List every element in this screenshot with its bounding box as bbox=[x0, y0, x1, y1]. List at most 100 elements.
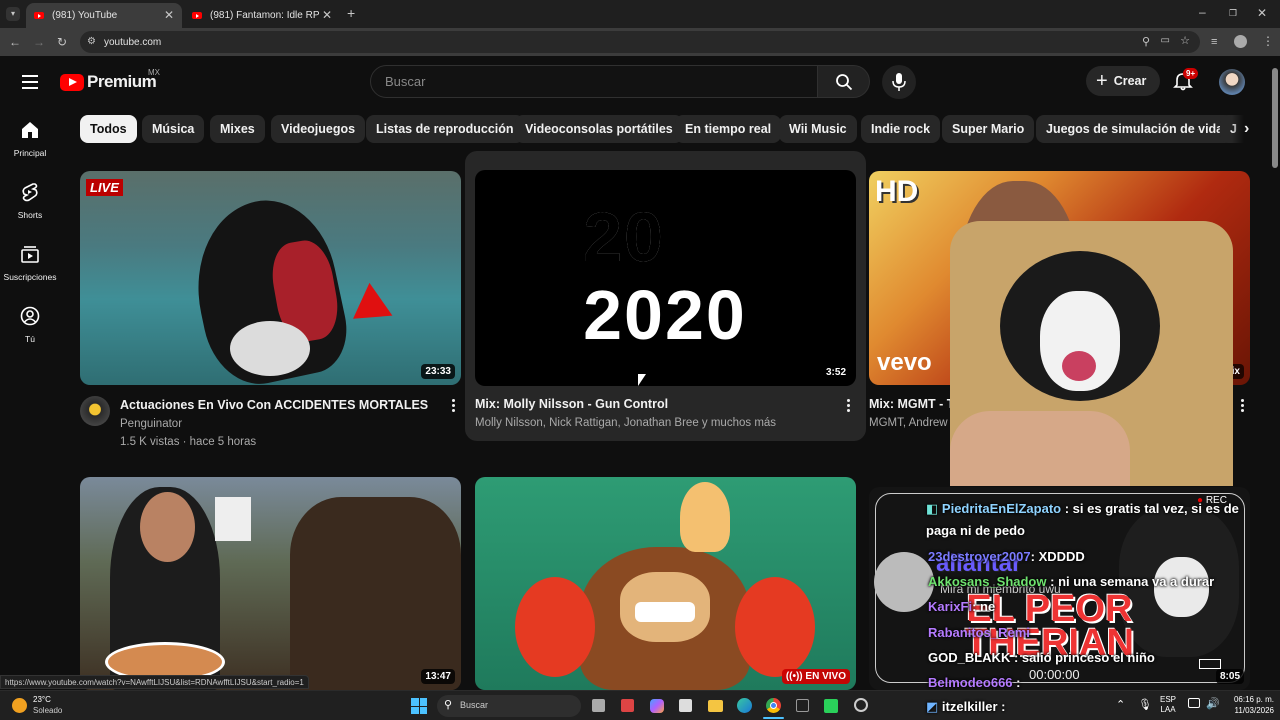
account-avatar[interactable] bbox=[1219, 69, 1245, 95]
volume-icon[interactable]: 🔊 bbox=[1206, 697, 1220, 710]
close-tab-icon[interactable]: ✕ bbox=[164, 8, 174, 22]
page-scrollbar[interactable] bbox=[1270, 56, 1280, 690]
chip-wii-music[interactable]: Wii Music bbox=[779, 115, 857, 143]
taskbar-search[interactable]: ⚲ Buscar bbox=[437, 695, 581, 717]
video-menu-icon[interactable] bbox=[847, 399, 851, 414]
chip-tiempo-real[interactable]: En tiempo real bbox=[675, 115, 782, 143]
language-indicator[interactable]: ESP LAA bbox=[1160, 695, 1176, 715]
status-url: https://www.youtube.com/watch?v=NAwfftLI… bbox=[0, 675, 309, 689]
chat-message: Akkosans_Shadow : ni una semana va a dur… bbox=[928, 574, 1214, 589]
hamburger-menu-icon[interactable] bbox=[22, 75, 38, 89]
red-arrow-icon bbox=[341, 282, 393, 336]
search-input[interactable]: Buscar bbox=[370, 65, 818, 98]
profile-icon[interactable] bbox=[1234, 35, 1247, 48]
chip-listas[interactable]: Listas de reproducción bbox=[366, 115, 524, 143]
channel-avatar[interactable] bbox=[80, 396, 110, 426]
close-window-icon[interactable]: ✕ bbox=[1257, 7, 1267, 19]
chip-indie-rock[interactable]: Indie rock bbox=[861, 115, 941, 143]
home-icon bbox=[22, 122, 38, 138]
windows-start-icon[interactable] bbox=[411, 698, 427, 714]
video-thumbnail[interactable]: ((•)) EN VIVO bbox=[475, 477, 856, 690]
plus-icon: + bbox=[1096, 70, 1108, 92]
language-code: ESP bbox=[1160, 695, 1177, 704]
chat-message: 23destroyer2007: XDDDD bbox=[928, 549, 1085, 564]
sidebar-item-shorts[interactable]: Shorts bbox=[0, 182, 60, 220]
live-broadcast-icon: ((•)) bbox=[785, 671, 806, 682]
clock[interactable]: 06:16 p. m. 11/03/2026 bbox=[1222, 694, 1274, 716]
channel-name[interactable]: MGMT, Andrew V bbox=[869, 417, 959, 429]
video-thumbnail[interactable]: LIVE 23:33 bbox=[80, 171, 461, 385]
mouse-cursor-icon bbox=[638, 374, 646, 386]
address-bar[interactable]: ⚙ youtube.com ⚲ ▭ ☆ bbox=[80, 31, 1200, 53]
forward-icon[interactable]: → bbox=[33, 36, 45, 48]
chat-user: PiedritaEnElZapato bbox=[941, 501, 1062, 516]
weather-widget[interactable]: 23°C Soleado bbox=[12, 695, 92, 717]
install-icon[interactable]: ▭ bbox=[1161, 35, 1170, 46]
tab-youtube[interactable]: (981) YouTube ✕ bbox=[26, 3, 182, 28]
notifications-button[interactable]: 9+ bbox=[1173, 68, 1199, 93]
video-thumbnail[interactable]: 2020 2020 3:52 bbox=[475, 170, 856, 386]
copilot-icon[interactable] bbox=[650, 699, 664, 713]
sidebar-item-home[interactable]: Principal bbox=[0, 120, 60, 158]
microphone-icon bbox=[892, 73, 906, 91]
live-text: EN VIVO bbox=[805, 671, 846, 682]
media-controls-icon[interactable]: ≡ bbox=[1211, 36, 1217, 48]
chips-next-button[interactable]: › bbox=[1232, 115, 1262, 143]
chat-message: KarixFi: ne bbox=[928, 599, 995, 614]
browser-menu-icon[interactable]: ⋮ bbox=[1262, 35, 1274, 47]
chip-super-mario[interactable]: Super Mario bbox=[942, 115, 1035, 143]
chip-videoconsolas[interactable]: Videoconsolas portátiles bbox=[515, 115, 683, 143]
search-button[interactable] bbox=[818, 65, 870, 98]
file-explorer-icon[interactable] bbox=[708, 700, 723, 712]
task-view-icon[interactable] bbox=[592, 699, 605, 712]
youtube-logo[interactable]: Premium MX bbox=[60, 68, 160, 92]
weather-temp: 23°C bbox=[33, 695, 51, 704]
edge-icon[interactable] bbox=[737, 698, 752, 713]
tab-search-icon[interactable]: ▾ bbox=[6, 7, 20, 21]
site-info-icon[interactable]: ⚙ bbox=[87, 36, 96, 47]
minimize-icon[interactable]: – bbox=[1199, 6, 1206, 18]
new-tab-icon[interactable]: + bbox=[347, 6, 355, 20]
sidebar-item-subscriptions[interactable]: Suscripciones bbox=[0, 244, 60, 282]
app-icon-3[interactable] bbox=[824, 699, 838, 713]
voice-search-button[interactable] bbox=[882, 65, 916, 99]
close-tab-icon[interactable]: ✕ bbox=[322, 8, 332, 22]
video-title[interactable]: Mix: Molly Nilsson - Gun Control bbox=[475, 397, 835, 411]
taskbar-search-label: Buscar bbox=[460, 700, 489, 710]
restore-icon[interactable]: ❐ bbox=[1229, 7, 1237, 19]
network-icon[interactable] bbox=[1188, 698, 1200, 708]
back-icon[interactable]: ← bbox=[9, 36, 21, 48]
thumb-text-line: 2020 bbox=[561, 198, 769, 276]
channel-name[interactable]: Molly Nilsson, Nick Rattigan, Jonathan B… bbox=[475, 417, 825, 429]
notifications-badge: 9+ bbox=[1183, 68, 1199, 79]
search-placeholder: Buscar bbox=[385, 74, 426, 89]
scrollbar-thumb[interactable] bbox=[1272, 68, 1278, 168]
video-thumbnail[interactable]: 13:47 bbox=[80, 477, 461, 690]
channel-name[interactable]: Penguinator bbox=[120, 418, 182, 430]
chat-text: : ni una semana va a durar bbox=[1050, 574, 1215, 589]
chip-mixes[interactable]: Mixes bbox=[210, 115, 265, 143]
reload-icon[interactable]: ↻ bbox=[57, 36, 67, 48]
bookmark-star-icon[interactable]: ☆ bbox=[1180, 34, 1190, 47]
store-icon[interactable] bbox=[679, 699, 692, 712]
tray-mic-icon[interactable]: 🎙 bbox=[1138, 698, 1152, 711]
create-button[interactable]: + Crear bbox=[1086, 66, 1160, 96]
app-icon-2[interactable] bbox=[796, 699, 809, 712]
tray-chevron-icon[interactable]: ⌃ bbox=[1116, 698, 1125, 711]
subscriptions-icon bbox=[21, 246, 39, 263]
chrome-icon[interactable] bbox=[766, 698, 781, 713]
chip-simulacion[interactable]: Juegos de simulación de vida bbox=[1036, 115, 1234, 143]
chip-musica[interactable]: Música bbox=[142, 115, 205, 143]
chat-text: : XDDDD bbox=[1030, 549, 1085, 564]
tab-fantamon[interactable]: (981) Fantamon: Idle RPG Game ✕ bbox=[184, 3, 340, 28]
chip-todos[interactable]: Todos bbox=[80, 115, 137, 143]
video-title[interactable]: Actuaciones En Vivo Con ACCIDENTES MORTA… bbox=[120, 398, 435, 412]
video-menu-icon[interactable] bbox=[1241, 399, 1245, 414]
sidebar-label: Tú bbox=[25, 334, 35, 344]
chip-videojuegos[interactable]: Videojuegos bbox=[271, 115, 366, 143]
zoom-icon[interactable]: ⚲ bbox=[1142, 35, 1150, 48]
sidebar-item-you[interactable]: Tú bbox=[0, 306, 60, 344]
app-icon-1[interactable] bbox=[621, 699, 634, 712]
app-icon-4[interactable] bbox=[854, 698, 868, 712]
video-menu-icon[interactable] bbox=[452, 399, 456, 414]
